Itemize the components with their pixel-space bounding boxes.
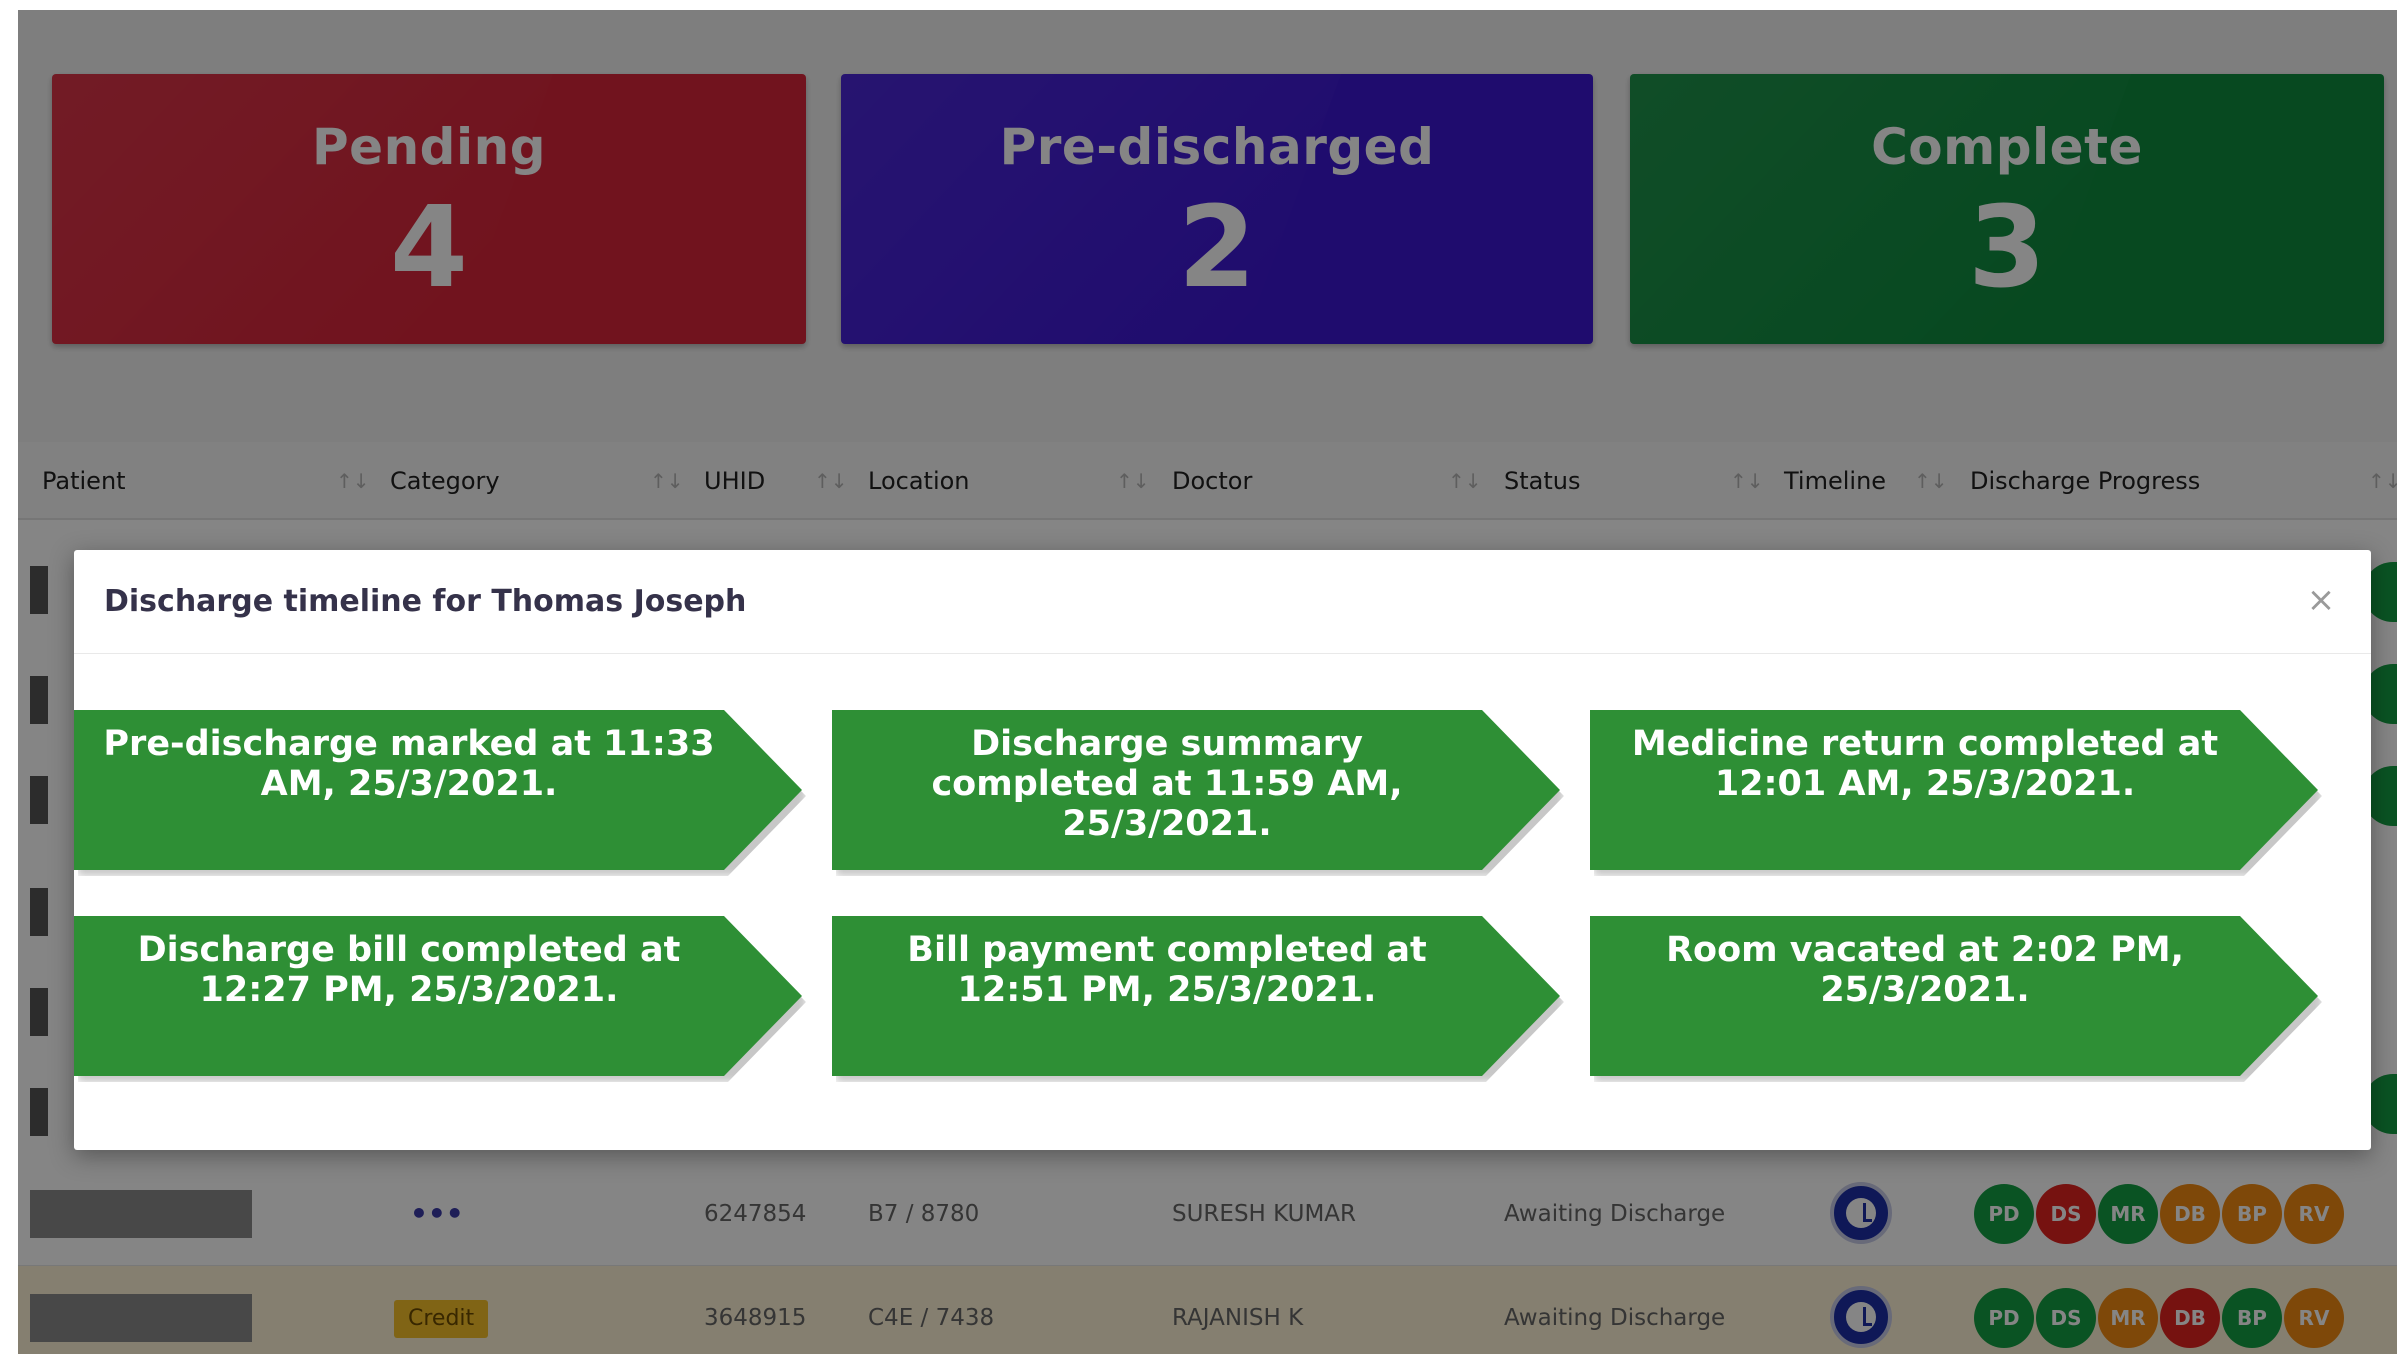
timeline-step-bill-payment: Bill payment completed at 12:51 PM, 25/3/… [832, 916, 1560, 1076]
timeline-step-discharge-summary: Discharge summary completed at 11:59 AM, 2… [832, 710, 1560, 870]
timeline-step-pre-discharge: Pre-discharge marked at 11:33 AM, 25/3/20… [74, 710, 802, 870]
timeline-step-discharge-bill: Discharge bill completed at 12:27 PM, 25/… [74, 916, 802, 1076]
step-text: Medicine return completed at 12:01 AM, 25… [1631, 724, 2219, 804]
step-text: Bill payment completed at 12:51 PM, 25/3/… [907, 930, 1427, 1010]
timeline-step-room-vacated: Room vacated at 2:02 PM, 25/3/2021. [1590, 916, 2318, 1076]
step-text: Discharge summary completed at 11:59 AM, 2… [931, 724, 1403, 844]
discharge-timeline-modal: Discharge timeline for Thomas Joseph × P… [74, 550, 2371, 1150]
discharge-dashboard: Pending 4 Pre-discharged 2 Complete 3 Pa… [18, 10, 2397, 1354]
step-text: Pre-discharge marked at 11:33 AM, 25/3/20… [103, 724, 715, 804]
modal-header: Discharge timeline for Thomas Joseph × [74, 550, 2371, 654]
close-icon[interactable]: × [2301, 580, 2341, 620]
timeline-step-medicine-return: Medicine return completed at 12:01 AM, 25… [1590, 710, 2318, 870]
step-text: Room vacated at 2:02 PM, 25/3/2021. [1666, 930, 2184, 1010]
modal-title: Discharge timeline for Thomas Joseph [104, 584, 747, 619]
step-text: Discharge bill completed at 12:27 PM, 25/… [137, 930, 681, 1010]
